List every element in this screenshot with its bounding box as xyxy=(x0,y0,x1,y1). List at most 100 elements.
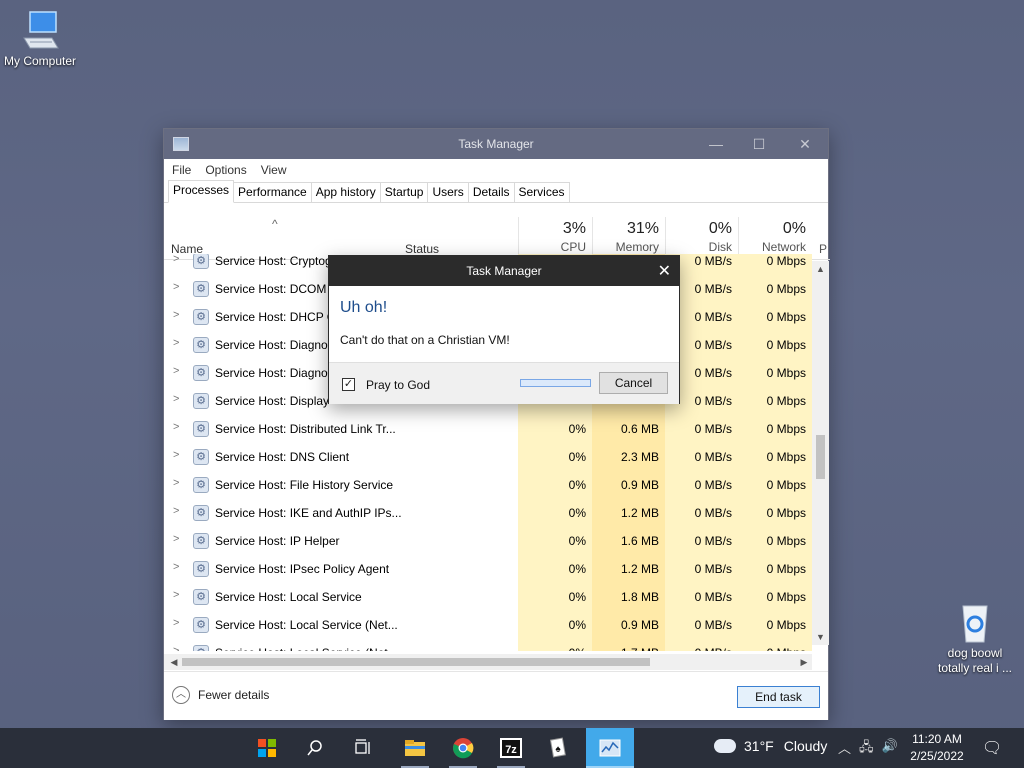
scroll-up-arrow-icon[interactable]: ▲ xyxy=(812,261,829,277)
disk-label: Disk xyxy=(708,240,732,254)
menu-view[interactable]: View xyxy=(261,163,287,177)
gear-icon: ⚙ xyxy=(193,309,209,325)
process-name: Service Host: IKE and AuthIP IPs... xyxy=(215,506,402,520)
process-name: Service Host: DCOM S xyxy=(215,282,338,296)
horizontal-scrollbar[interactable]: ◀ ▶ xyxy=(164,654,812,670)
cancel-button[interactable]: Cancel xyxy=(599,372,668,394)
notification-icon[interactable]: 🗨 xyxy=(982,738,1002,758)
expand-chevron-icon[interactable]: > xyxy=(173,421,179,433)
table-row[interactable]: > ⚙ Service Host: IPsec Policy Agent 0% 1.2 … xyxy=(164,555,812,583)
scroll-down-arrow-icon[interactable]: ▼ xyxy=(812,629,829,645)
process-name: Service Host: Display xyxy=(215,394,330,408)
vertical-scrollbar[interactable]: ▲ ▼ xyxy=(812,261,829,645)
expand-chevron-icon[interactable]: > xyxy=(173,561,179,573)
table-row[interactable]: > ⚙ Service Host: Local Service (Net... 0%1… xyxy=(164,639,812,651)
dialog-close-icon[interactable]: ✕ xyxy=(658,261,671,281)
tab-processes[interactable]: Processes xyxy=(168,180,235,203)
computer-icon xyxy=(18,8,62,52)
search-icon[interactable] xyxy=(291,728,339,768)
table-row[interactable]: > ⚙ Service Host: Local Service (Net... 0% 0… xyxy=(164,611,812,639)
process-name: Service Host: Diagnos xyxy=(215,366,334,380)
scroll-thumb-horizontal[interactable] xyxy=(182,658,650,666)
end-task-button[interactable]: End task xyxy=(737,686,820,708)
gear-icon: ⚙ xyxy=(193,617,209,633)
scroll-thumb[interactable] xyxy=(816,435,825,479)
expand-chevron-icon[interactable]: > xyxy=(173,645,179,651)
weather-temp: 31°F xyxy=(744,738,774,754)
column-power-truncated[interactable]: P xyxy=(819,242,827,256)
close-button[interactable]: ✕ xyxy=(782,129,828,159)
expand-chevron-icon[interactable]: > xyxy=(173,337,179,349)
process-name: Service Host: Local Service xyxy=(215,590,362,604)
expand-chevron-icon[interactable]: > xyxy=(173,254,179,265)
cpu-percent: 3% xyxy=(562,220,586,237)
expand-chevron-icon[interactable]: > xyxy=(173,589,179,601)
volume-icon[interactable]: 🔊 xyxy=(882,738,898,760)
expand-chevron-icon[interactable]: > xyxy=(173,449,179,461)
desktop-icon-recycle-bin[interactable]: dog boowl totally real i ... xyxy=(935,600,1015,676)
chrome-icon[interactable] xyxy=(439,728,487,768)
disk-cell: 0 MB/s xyxy=(665,527,738,555)
windows-start-icon[interactable] xyxy=(243,728,291,768)
system-tray: ︿ 🖧 🔊 xyxy=(838,738,898,760)
tab-services[interactable]: Services xyxy=(513,182,570,202)
table-row[interactable]: > ⚙ Service Host: IKE and AuthIP IPs... 0% 1… xyxy=(164,499,812,527)
gear-icon: ⚙ xyxy=(193,561,209,577)
process-name: Service Host: Local Service (Net... xyxy=(215,646,398,651)
menu-options[interactable]: Options xyxy=(205,163,246,177)
maximize-button[interactable]: ☐ xyxy=(736,129,782,159)
tab-performance[interactable]: Performance xyxy=(233,182,312,202)
table-row[interactable]: > ⚙ Service Host: IP Helper 0% 1.6 MB 0 MB/s 0… xyxy=(164,527,812,555)
scroll-left-arrow-icon[interactable]: ◀ xyxy=(166,654,182,670)
table-row[interactable]: > ⚙ Service Host: Distributed Link Tr... 0%… xyxy=(164,415,812,443)
network-cell: 0 Mbps xyxy=(738,415,812,443)
expand-chevron-icon[interactable]: > xyxy=(173,281,179,293)
task-manager-icon[interactable] xyxy=(586,728,634,768)
tab-startup[interactable]: Startup xyxy=(379,182,429,202)
desktop-icon-my-computer[interactable]: My Computer xyxy=(0,8,80,69)
table-row[interactable]: > ⚙ Service Host: DNS Client 0% 2.3 MB 0 MB/s… xyxy=(164,443,812,471)
network-icon[interactable]: 🖧 xyxy=(859,738,874,760)
cpu-cell: 0% xyxy=(518,499,592,527)
dialog-message: Can't do that on a Christian VM! xyxy=(340,333,510,347)
memory-cell: 1.6 MB xyxy=(592,527,665,555)
title-bar[interactable]: Task Manager — ☐ ✕ xyxy=(164,129,828,159)
fewer-details-button[interactable]: ︿ Fewer details xyxy=(172,686,269,704)
memory-cell: 0.6 MB xyxy=(592,415,665,443)
tab-users[interactable]: Users xyxy=(427,182,469,202)
solitaire-icon[interactable]: ♠ xyxy=(535,728,583,768)
task-view-icon[interactable] xyxy=(339,728,387,768)
pray-checkbox-label[interactable]: Pray to God xyxy=(366,378,430,392)
minimize-button[interactable]: — xyxy=(693,129,739,159)
pray-checkbox[interactable]: ✓ xyxy=(342,378,355,391)
expand-chevron-icon[interactable]: > xyxy=(173,505,179,517)
table-row[interactable]: > ⚙ Service Host: File History Service 0% 0.… xyxy=(164,471,812,499)
tab-details[interactable]: Details xyxy=(467,182,515,202)
memory-cell: 1.8 MB xyxy=(592,583,665,611)
network-cell: 0 Mbps xyxy=(738,611,812,639)
expand-chevron-icon[interactable]: > xyxy=(173,477,179,489)
scroll-right-arrow-icon[interactable]: ▶ xyxy=(796,654,812,670)
menu-file[interactable]: File xyxy=(172,163,191,177)
memory-cell: 0.9 MB xyxy=(592,611,665,639)
dialog-title-bar[interactable]: Task Manager ✕ xyxy=(329,256,679,286)
desktop-icon-label: My Computer xyxy=(3,54,77,68)
process-name: Service Host: IP Helper xyxy=(215,534,340,548)
gear-icon: ⚙ xyxy=(193,421,209,437)
network-percent: 0% xyxy=(782,220,806,237)
file-explorer-icon[interactable] xyxy=(391,728,439,768)
network-cell: 0 Mbps xyxy=(738,443,812,471)
expand-chevron-icon[interactable]: > xyxy=(173,309,179,321)
weather-widget[interactable]: 31°F Cloudy xyxy=(714,738,827,754)
expand-chevron-icon[interactable]: > xyxy=(173,393,179,405)
expand-chevron-icon[interactable]: > xyxy=(173,617,179,629)
gear-icon: ⚙ xyxy=(193,449,209,465)
clock[interactable]: 11:20 AM 2/25/2022 xyxy=(905,731,969,765)
expand-chevron-icon[interactable]: > xyxy=(173,533,179,545)
expand-chevron-icon[interactable]: > xyxy=(173,365,179,377)
tab-app-history[interactable]: App history xyxy=(310,182,381,202)
dialog-button-bar: ✓ Pray to God Cancel xyxy=(329,362,679,404)
chevron-up-icon[interactable]: ︿ xyxy=(838,738,851,760)
table-row[interactable]: > ⚙ Service Host: Local Service 0% 1.8 MB 0 M… xyxy=(164,583,812,611)
7zip-icon[interactable]: 7z xyxy=(487,728,535,768)
